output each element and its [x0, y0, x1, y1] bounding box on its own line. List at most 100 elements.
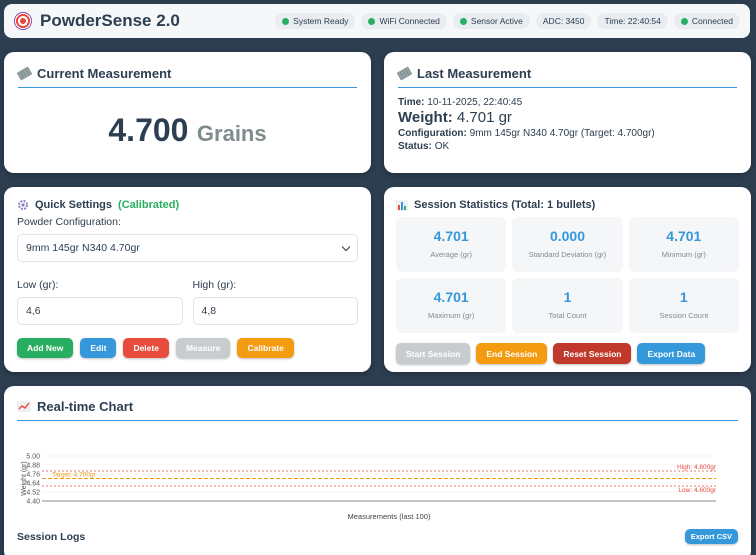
last-time: Time: 10-11-2025, 22:40:45 — [398, 97, 737, 108]
realtime-chart-card: Real-time Chart 5.00 4.88 4.76 4.64 4.52 4.40… — [4, 386, 751, 555]
gear-icon — [18, 200, 28, 210]
powder-config-select[interactable]: 9mm 145gr N340 4.70gr — [17, 234, 358, 262]
delete-button[interactable]: Delete — [123, 338, 169, 358]
config-label: Configuration: — [398, 128, 467, 139]
ruler-icon — [16, 66, 33, 81]
card-header: Quick Settings (Calibrated) — [17, 199, 358, 211]
card-title: Quick Settings — [35, 199, 113, 211]
stat-value: 4.701 — [433, 289, 469, 305]
reset-session-button[interactable]: Reset Session — [553, 343, 632, 364]
y-axis-label: Weight (gr) — [21, 461, 28, 496]
status-system: System Ready — [275, 13, 356, 29]
low-group: Low (gr): 4,6 — [17, 274, 183, 325]
stat-label: Session Count — [659, 311, 709, 320]
export-data-button[interactable]: Export Data — [637, 343, 706, 364]
stats-grid: 4.701 Average (gr) 0.000 Standard Deviatio… — [396, 217, 739, 333]
calibrated-badge: (Calibrated) — [118, 199, 180, 211]
weight-value: 4.701 gr — [456, 109, 512, 126]
config-value: 9mm 145gr N340 4.70gr (Target: 4.700gr) — [469, 128, 655, 139]
stat-value: 4.701 — [433, 228, 469, 244]
chevron-down-icon — [341, 242, 351, 251]
status-dot-icon — [459, 17, 467, 25]
stat-label: Total Count — [548, 311, 587, 320]
status-label: WiFi Connected — [379, 16, 440, 26]
stat-label: Average (gr) — [430, 250, 472, 259]
status-label: Connected — [691, 16, 733, 26]
status-adc: ADC: 3450 — [535, 13, 592, 29]
status-dot-icon — [368, 17, 376, 25]
stat-minimum: 4.701 Minimum (gr) — [628, 217, 739, 272]
weight-label: Weight: — [398, 109, 453, 126]
settings-buttons: Add New Edit Delete Measure Calibrate — [17, 338, 358, 358]
session-statistics-card: Session Statistics (Total: 1 bullets) 4.… — [384, 187, 751, 372]
current-measurement-card: Current Measurement 4.700 Grains — [4, 52, 371, 173]
calibrate-button[interactable]: Calibrate — [237, 338, 294, 358]
session-buttons: Start Session End Session Reset Session … — [396, 343, 739, 364]
last-measurement-card: Last Measurement Time: 10-11-2025, 22:40… — [384, 52, 751, 173]
y-tick-label: 4.88 — [26, 463, 40, 470]
card-header: Current Measurement — [16, 66, 357, 88]
end-session-button[interactable]: End Session — [476, 343, 548, 364]
y-tick-label: 4.76 — [26, 472, 40, 479]
status-label: Status: — [398, 141, 432, 152]
last-details: Time: 10-11-2025, 22:40:45 Weight: 4.701… — [398, 97, 737, 152]
y-tick-label: 5.00 — [26, 454, 40, 461]
stat-value: 1 — [563, 289, 572, 305]
card-header: Real-time Chart — [17, 399, 738, 421]
reference-line-label: High: 4.800gr — [677, 464, 717, 471]
app-title: PowderSense 2.0 — [40, 11, 180, 30]
x-axis-label: Measurements (last 100) — [348, 512, 431, 521]
high-label: High (gr): — [192, 279, 237, 291]
line-chart-icon — [17, 401, 31, 412]
status-wifi: WiFi Connected — [361, 13, 447, 29]
status-label: Sensor Active — [470, 16, 523, 26]
last-status: Status: OK — [398, 141, 737, 152]
stat-value: 1 — [679, 289, 688, 305]
start-session-button[interactable]: Start Session — [396, 343, 471, 364]
y-tick-label: 4.64 — [26, 481, 40, 488]
last-configuration: Configuration: 9mm 145gr N340 4.70gr (Ta… — [398, 128, 737, 139]
config-label: Powder Configuration: — [17, 216, 121, 228]
status-label: ADC: 3450 — [542, 16, 585, 26]
high-group: High (gr): 4,8 — [192, 274, 358, 325]
status-label: System Ready — [293, 16, 349, 26]
current-value-display: 4.700 Grains — [18, 112, 357, 149]
status-dot-icon — [680, 17, 688, 25]
measure-button[interactable]: Measure — [175, 338, 231, 358]
high-input[interactable]: 4,8 — [192, 297, 358, 325]
low-input[interactable]: 4,6 — [17, 297, 183, 325]
add-new-button[interactable]: Add New — [17, 338, 74, 358]
target-logo-icon — [14, 12, 32, 30]
app-header: PowderSense 2.0 System Ready WiFi Connec… — [4, 4, 750, 38]
y-tick-label: 4.40 — [26, 499, 40, 506]
bar-chart-icon — [396, 199, 408, 211]
current-value: 4.700 — [108, 112, 189, 148]
stat-session-count: 1 Session Count — [628, 278, 739, 333]
stat-label: Standard Deviation (gr) — [528, 250, 607, 259]
stat-total-count: 1 Total Count — [512, 278, 623, 333]
last-weight: Weight: 4.701 gr — [398, 109, 737, 126]
reference-line-label: Low: 4.600gr — [678, 487, 716, 494]
weight-chart: 5.00 4.88 4.76 4.64 4.52 4.40 Target: 4.700gr… — [21, 454, 717, 522]
card-header: Session Statistics (Total: 1 bullets) — [396, 199, 739, 211]
status-dot-icon — [282, 17, 290, 25]
quick-settings-card: Quick Settings (Calibrated) Powder Confi… — [4, 187, 371, 372]
current-unit: Grains — [196, 121, 267, 146]
select-value: 9mm 145gr N340 4.70gr — [26, 242, 140, 254]
status-bar: System Ready WiFi Connected Sensor Activ… — [275, 13, 740, 29]
time-value: 10-11-2025, 22:40:45 — [427, 97, 523, 108]
session-logs-title: Session Logs — [17, 531, 86, 543]
status-connection: Connected — [673, 13, 740, 29]
stat-value: 4.701 — [666, 228, 702, 244]
export-csv-button[interactable]: Export CSV — [684, 529, 738, 544]
card-title: Real-time Chart — [37, 399, 134, 414]
status-value: OK — [434, 141, 450, 152]
time-label: Time: — [398, 97, 425, 108]
y-tick-label: 4.52 — [26, 490, 40, 497]
card-title: Current Measurement — [37, 66, 172, 81]
card-title: Last Measurement — [417, 66, 532, 81]
edit-button[interactable]: Edit — [80, 338, 117, 358]
stat-maximum: 4.701 Maximum (gr) — [396, 278, 507, 333]
card-title: Session Statistics (Total: 1 bullets) — [414, 199, 596, 211]
status-label: Time: 22:40:54 — [604, 16, 661, 26]
